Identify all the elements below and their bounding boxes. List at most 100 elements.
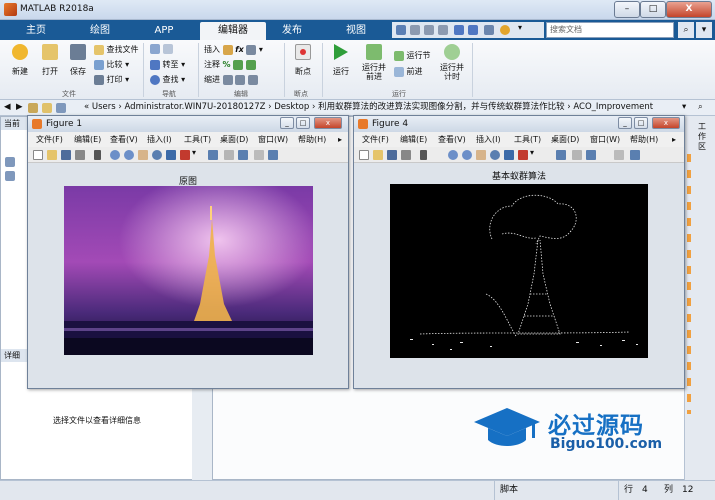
open-button[interactable]: 打开 — [36, 44, 64, 77]
go-to-button[interactable]: 转至 ▾ — [150, 59, 185, 70]
figure-4-minimize-button[interactable]: _ — [618, 117, 632, 129]
menu-desktop[interactable]: 桌面(D) — [551, 132, 579, 147]
zoom-in-icon[interactable] — [110, 150, 120, 160]
menu-arrow-icon[interactable]: ▸ — [672, 132, 676, 147]
colorbar-icon[interactable] — [224, 150, 234, 160]
browse-folder-icon[interactable] — [42, 103, 52, 113]
menu-tools[interactable]: 工具(T) — [514, 132, 541, 147]
maximize-button[interactable]: □ — [640, 1, 666, 18]
search-icon[interactable]: ⌕ — [678, 22, 694, 38]
tab-plots[interactable]: 绘图 — [70, 22, 130, 40]
tab-view[interactable]: 视图 — [326, 22, 386, 40]
search-folder-icon[interactable]: ⌕ — [698, 100, 703, 115]
undo-icon[interactable] — [454, 25, 464, 35]
tab-apps[interactable]: APP — [134, 22, 194, 40]
menu-arrow-icon[interactable]: ▸ — [338, 132, 342, 147]
back-icon[interactable]: ◀ — [4, 100, 11, 115]
chevron-down-icon[interactable]: ▾ — [518, 23, 522, 32]
figure-1-window[interactable]: Figure 1 _ □ x 文件(F) 编辑(E) 查看(V) 插入(I) 工… — [27, 115, 349, 389]
figure-1-close-button[interactable]: x — [314, 117, 342, 129]
back-forward-nav[interactable] — [150, 44, 173, 54]
menu-insert[interactable]: 插入(I) — [147, 132, 172, 147]
filter-icon[interactable]: ▾ — [696, 22, 712, 38]
data-cursor-icon[interactable] — [504, 150, 514, 160]
save-small-icon[interactable] — [396, 25, 406, 35]
colorbar-icon[interactable] — [572, 150, 582, 160]
print-figure-icon[interactable] — [75, 150, 85, 160]
pan-icon[interactable] — [476, 150, 486, 160]
compare-button[interactable]: 比较 ▾ — [94, 59, 129, 70]
indent-button[interactable]: 缩进 — [204, 74, 258, 85]
forward-icon[interactable]: ▶ — [16, 100, 23, 115]
new-figure-icon[interactable] — [33, 150, 43, 160]
open-file-icon[interactable] — [47, 150, 57, 160]
switch-windows-icon[interactable] — [484, 25, 494, 35]
redo-icon[interactable] — [468, 25, 478, 35]
new-figure-icon[interactable] — [359, 150, 369, 160]
help-icon[interactable] — [500, 25, 510, 35]
save-figure-icon[interactable] — [387, 150, 397, 160]
find-files-button[interactable]: 查找文件 — [94, 44, 139, 55]
menu-edit[interactable]: 编辑(E) — [400, 132, 427, 147]
breakpoints-button[interactable]: 断点 — [290, 44, 316, 77]
hide-tools-icon[interactable] — [614, 150, 624, 160]
zoom-in-icon[interactable] — [448, 150, 458, 160]
run-button[interactable]: 运行 — [328, 44, 354, 77]
figure-1-maximize-button[interactable]: □ — [296, 117, 310, 129]
menu-help[interactable]: 帮助(H) — [630, 132, 658, 147]
menu-file[interactable]: 文件(F) — [36, 132, 63, 147]
close-button[interactable]: X — [666, 1, 712, 18]
show-tools-icon[interactable] — [630, 150, 640, 160]
show-tools-icon[interactable] — [268, 150, 278, 160]
new-button[interactable]: 新建 — [6, 44, 34, 77]
rotate-icon[interactable] — [152, 150, 162, 160]
menu-view[interactable]: 查看(V) — [110, 132, 138, 147]
pan-icon[interactable] — [138, 150, 148, 160]
data-cursor-icon[interactable] — [166, 150, 176, 160]
paste-icon[interactable] — [438, 25, 448, 35]
menu-window[interactable]: 窗口(W) — [258, 132, 288, 147]
rotate-icon[interactable] — [490, 150, 500, 160]
zoom-out-icon[interactable] — [124, 150, 134, 160]
run-and-time-button[interactable]: 运行并 计时 — [436, 44, 468, 81]
link-plot-icon[interactable] — [556, 150, 566, 160]
copy-icon[interactable] — [424, 25, 434, 35]
link-plot-icon[interactable] — [208, 150, 218, 160]
tab-publish[interactable]: 发布 — [262, 22, 322, 40]
path-dropdown-icon[interactable]: ▾ — [682, 100, 686, 115]
advance-button[interactable]: 前进 — [394, 66, 423, 77]
folder-path[interactable]: « Users › Administrator.WIN7U-20180127Z … — [84, 100, 653, 115]
figure-1-minimize-button[interactable]: _ — [280, 117, 294, 129]
find-button[interactable]: 查找 ▾ — [150, 74, 185, 85]
minimize-button[interactable]: – — [614, 1, 640, 18]
pointer-icon[interactable] — [420, 150, 427, 160]
save-button[interactable]: 保存 — [64, 44, 92, 77]
menu-insert[interactable]: 插入(I) — [476, 132, 501, 147]
brush-icon[interactable] — [180, 150, 190, 160]
brush-dropdown-icon[interactable]: ▾ — [530, 148, 534, 157]
cut-icon[interactable] — [410, 25, 420, 35]
figure-4-window[interactable]: Figure 4 _ □ x 文件(F) 编辑(E) 查看(V) 插入(I) 工… — [353, 115, 685, 389]
menu-view[interactable]: 查看(V) — [438, 132, 466, 147]
legend-icon[interactable] — [238, 150, 248, 160]
print-button[interactable]: 打印 ▾ — [94, 74, 129, 85]
search-input[interactable]: 搜索文档 — [546, 22, 674, 38]
zoom-out-icon[interactable] — [462, 150, 472, 160]
menu-file[interactable]: 文件(F) — [362, 132, 389, 147]
up-folder-icon[interactable] — [28, 103, 38, 113]
legend-icon[interactable] — [586, 150, 596, 160]
menu-edit[interactable]: 编辑(E) — [74, 132, 101, 147]
brush-dropdown-icon[interactable]: ▾ — [192, 148, 196, 157]
tab-editor[interactable]: 编辑器 — [200, 22, 266, 40]
menu-window[interactable]: 窗口(W) — [590, 132, 620, 147]
tab-home[interactable]: 主页 — [6, 22, 66, 40]
run-section-button[interactable]: 运行节 — [394, 50, 431, 61]
open-file-icon[interactable] — [373, 150, 383, 160]
pointer-icon[interactable] — [94, 150, 101, 160]
figure-4-close-button[interactable]: x — [652, 117, 680, 129]
save-figure-icon[interactable] — [61, 150, 71, 160]
comment-button[interactable]: 注释 % — [204, 59, 256, 70]
hide-tools-icon[interactable] — [254, 150, 264, 160]
brush-icon[interactable] — [518, 150, 528, 160]
menu-tools[interactable]: 工具(T) — [184, 132, 211, 147]
